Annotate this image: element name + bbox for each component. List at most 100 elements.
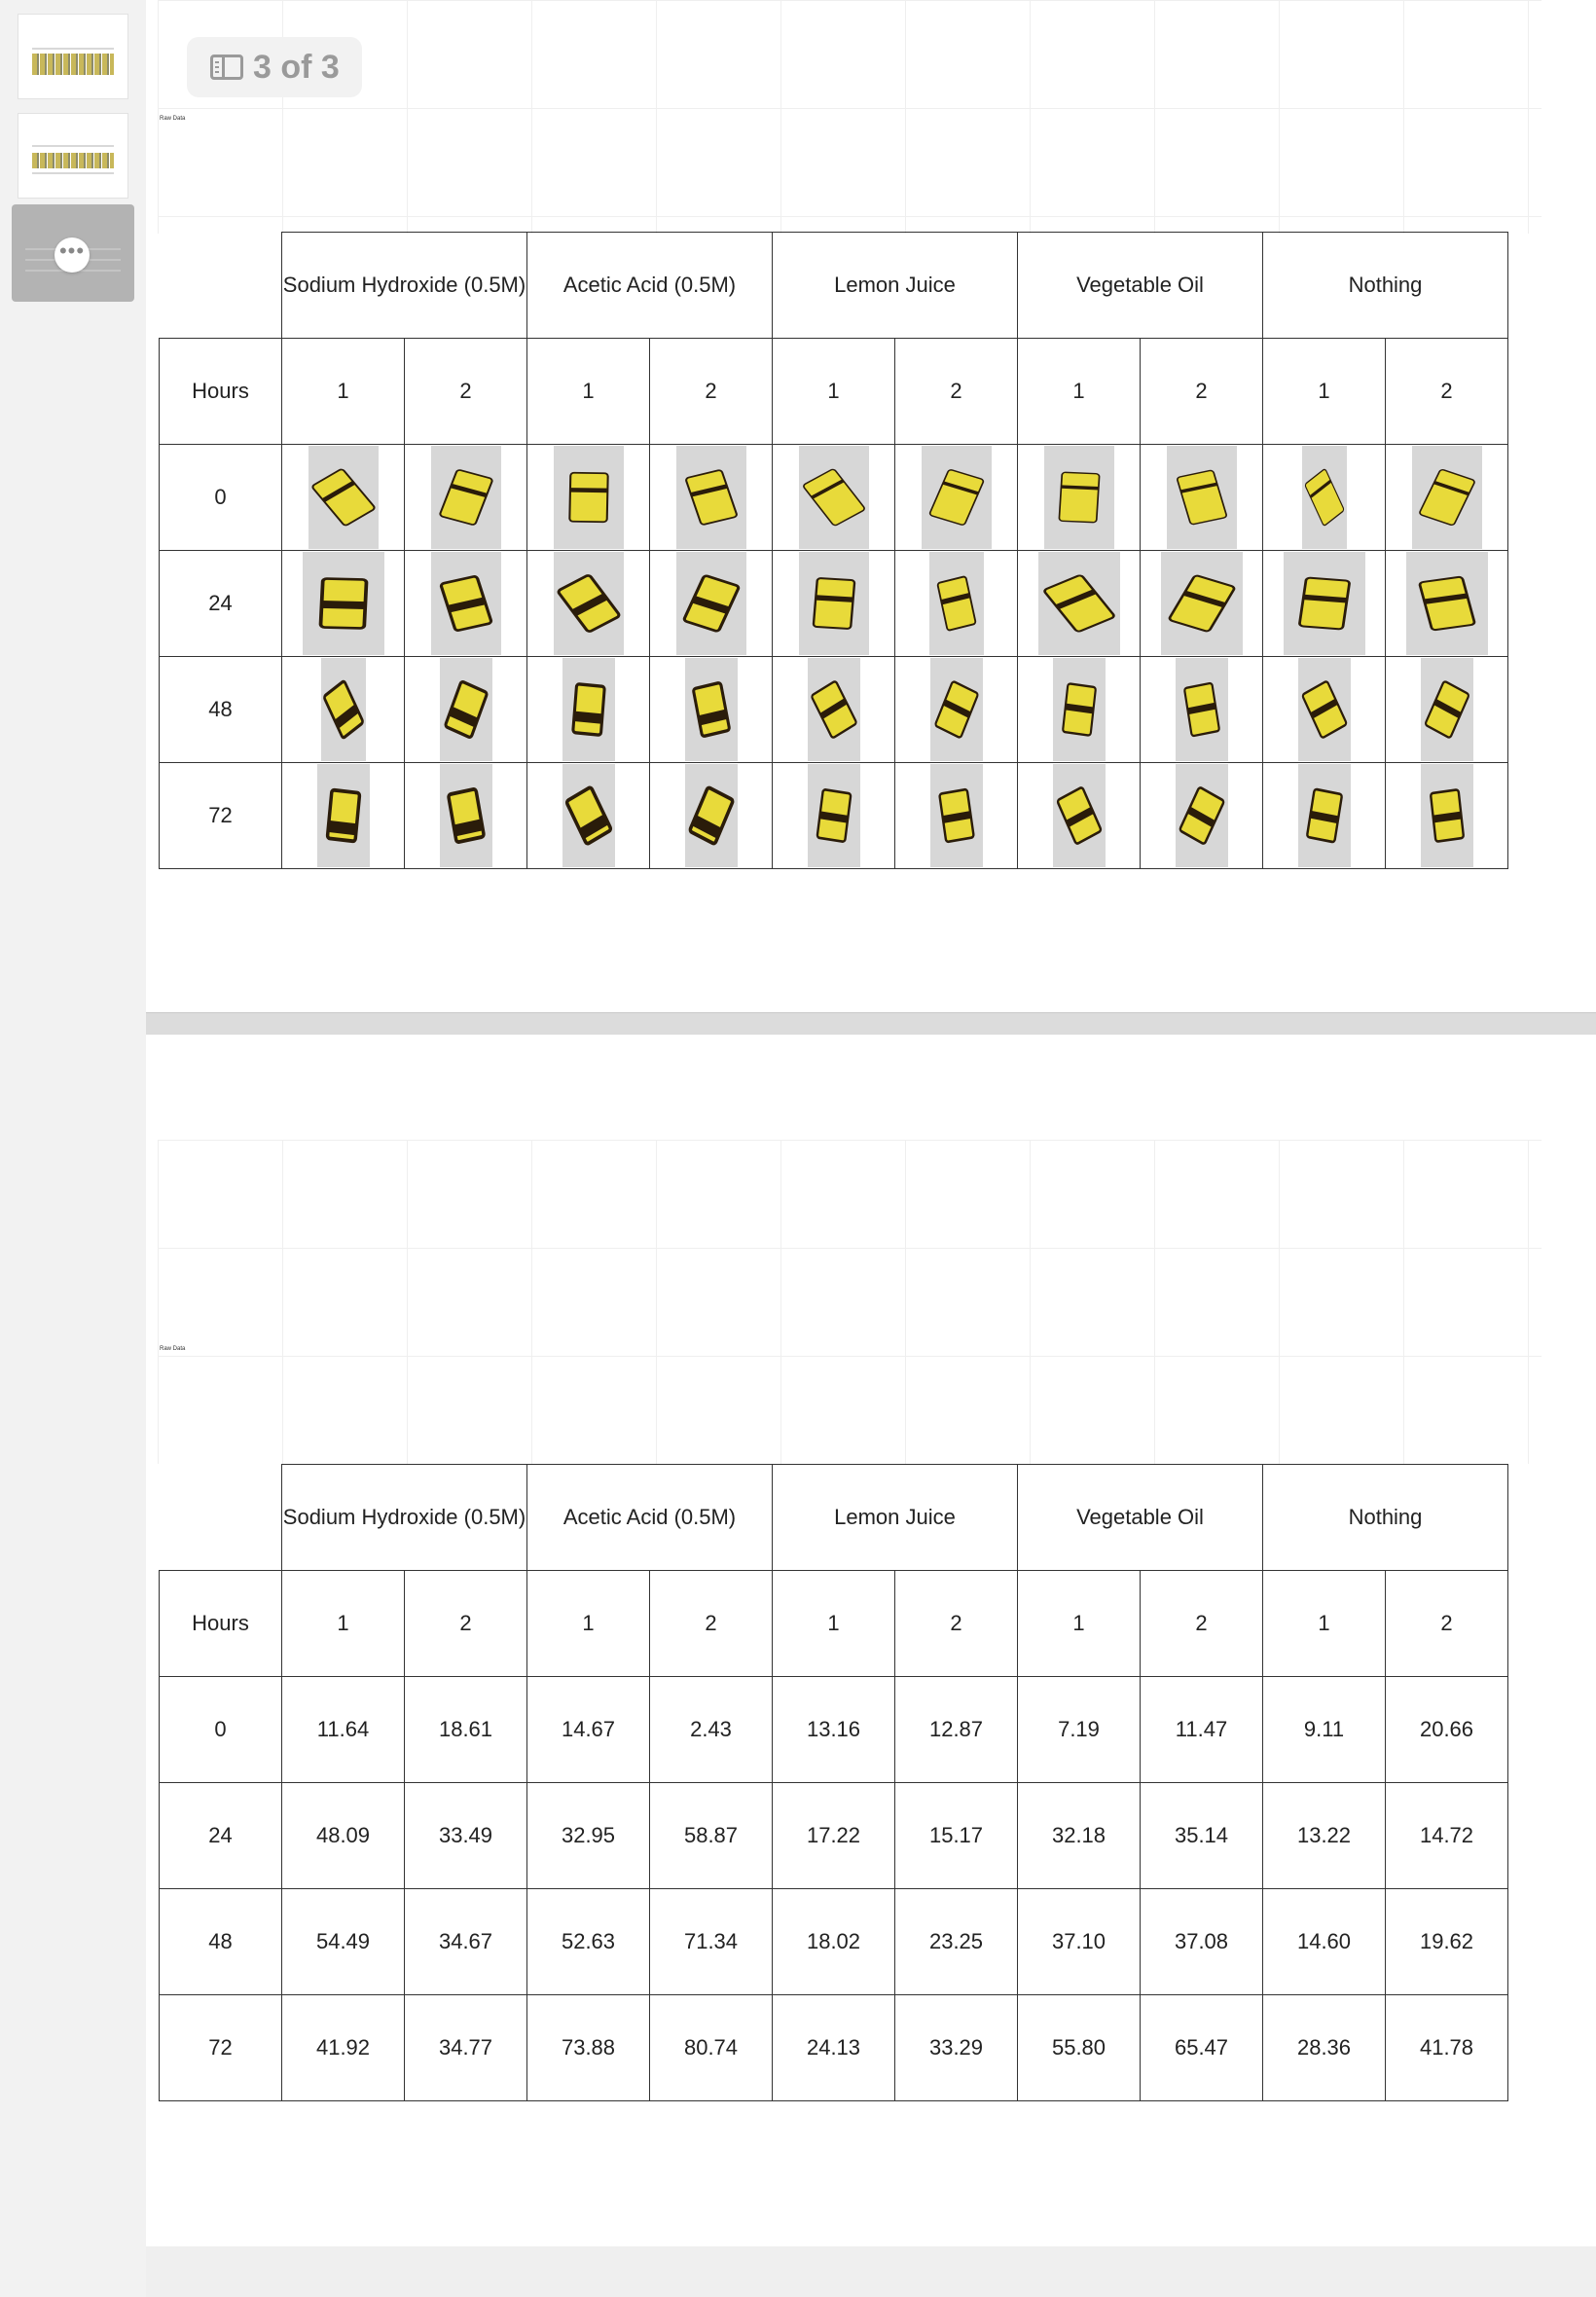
corner-cell (159, 232, 282, 339)
grid-background (158, 1140, 1542, 1464)
sample-photo (1037, 552, 1120, 655)
group-header: Nothing (1262, 232, 1508, 339)
value-cell: 7.19 (1017, 1676, 1141, 1783)
trial-header: 1 (526, 338, 650, 445)
hour-label: 0 (159, 1676, 282, 1783)
photo-cell (1385, 656, 1508, 763)
value-cell: 32.18 (1017, 1782, 1141, 1889)
value-cell: 14.72 (1385, 1782, 1508, 1889)
value-cell: 9.11 (1262, 1676, 1386, 1783)
photo-cell (526, 762, 650, 869)
sample-photo (430, 552, 501, 655)
value-cell: 65.47 (1140, 1994, 1263, 2101)
row-header-hours: Hours (159, 1570, 282, 1677)
sample-photo (675, 446, 746, 549)
hour-label: 72 (159, 762, 282, 869)
value-cell: 33.49 (404, 1782, 527, 1889)
corner-cell (159, 1464, 282, 1571)
value-cell: 19.62 (1385, 1888, 1508, 1995)
sample-photo (308, 446, 379, 549)
sidebar-toggle-icon[interactable] (210, 55, 243, 80)
photo-cell (772, 444, 895, 551)
photo-cell (894, 762, 1018, 869)
sample-photo (1420, 764, 1473, 867)
photo-cell (526, 550, 650, 657)
sample-photo (562, 764, 615, 867)
sample-photo (807, 764, 860, 867)
value-cell: 58.87 (649, 1782, 773, 1889)
slide-thumbnail-1[interactable] (18, 14, 128, 99)
sample-photo (675, 552, 746, 655)
raw-data-label: Raw Data (160, 1346, 186, 1352)
trial-header: 2 (894, 1570, 1018, 1677)
group-header: Sodium Hydroxide (0.5M) (281, 1464, 527, 1571)
trial-header: 1 (1262, 1570, 1386, 1677)
sample-photo (1166, 446, 1237, 549)
value-cell: 14.60 (1262, 1888, 1386, 1995)
photo-cell (1140, 762, 1263, 869)
row-header-hours: Hours (159, 338, 282, 445)
sample-photo (1175, 658, 1228, 761)
photo-cell (1385, 444, 1508, 551)
photo-cell (1385, 550, 1508, 657)
photo-cell (1140, 444, 1263, 551)
group-header: Nothing (1262, 1464, 1508, 1571)
photo-cell (1140, 656, 1263, 763)
sample-photo (320, 658, 366, 761)
value-cell: 34.67 (404, 1888, 527, 1995)
trial-header: 2 (649, 338, 773, 445)
value-cell: 11.47 (1140, 1676, 1263, 1783)
value-cell: 13.16 (772, 1676, 895, 1783)
value-cell: 54.49 (281, 1888, 405, 1995)
photo-cell (1140, 550, 1263, 657)
sample-photo (929, 658, 983, 761)
photo-cell (772, 656, 895, 763)
value-cell: 20.66 (1385, 1676, 1508, 1783)
trial-header: 2 (894, 338, 1018, 445)
sample-photo (1301, 446, 1347, 549)
trial-header: 2 (1385, 338, 1508, 445)
sample-photo (562, 658, 615, 761)
hour-label: 24 (159, 1782, 282, 1889)
slide-thumbnail-2[interactable] (18, 113, 128, 199)
page-2: Raw Data Sodium Hydroxide (0.5M) Acetic … (146, 1035, 1596, 2246)
slide-thumbnail-sidebar: ••• (0, 0, 146, 2297)
group-header: Lemon Juice (772, 232, 1018, 339)
value-cell: 80.74 (649, 1994, 773, 2101)
value-cell: 24.13 (772, 1994, 895, 2101)
more-options-icon[interactable]: ••• (54, 237, 90, 273)
trial-header: 1 (772, 338, 895, 445)
document-canvas: 3 of 3 Raw Data Sodium Hydroxide (0.5M) … (146, 0, 1596, 2297)
photo-cell (281, 656, 405, 763)
value-cell: 37.10 (1017, 1888, 1141, 1995)
photo-cell (1017, 550, 1141, 657)
photo-cell (1262, 656, 1386, 763)
photo-cell (1017, 656, 1141, 763)
group-header: Sodium Hydroxide (0.5M) (281, 232, 527, 339)
photo-cell (1017, 444, 1141, 551)
trial-header: 2 (404, 1570, 527, 1677)
value-cell: 18.02 (772, 1888, 895, 1995)
photo-cell (281, 550, 405, 657)
page-counter: 3 of 3 (187, 37, 362, 97)
sample-photo (430, 446, 501, 549)
photo-cell (649, 656, 773, 763)
hour-label: 0 (159, 444, 282, 551)
sample-photo (1405, 552, 1488, 655)
photo-cell (772, 762, 895, 869)
value-cell: 41.92 (281, 1994, 405, 2101)
sample-photo (798, 446, 869, 549)
trial-header: 2 (1140, 338, 1263, 445)
trial-header: 1 (281, 338, 405, 445)
sample-photo (439, 658, 492, 761)
slide-thumbnail-3[interactable]: ••• (12, 204, 134, 302)
value-cell: 48.09 (281, 1782, 405, 1889)
value-cell: 14.67 (526, 1676, 650, 1783)
value-cell: 71.34 (649, 1888, 773, 1995)
value-cell: 18.61 (404, 1676, 527, 1783)
sample-photo (1297, 764, 1351, 867)
sample-photo (1420, 658, 1473, 761)
photo-table: Sodium Hydroxide (0.5M) Acetic Acid (0.5… (159, 232, 1508, 869)
sample-photo (1043, 446, 1114, 549)
hour-label: 72 (159, 1994, 282, 2101)
